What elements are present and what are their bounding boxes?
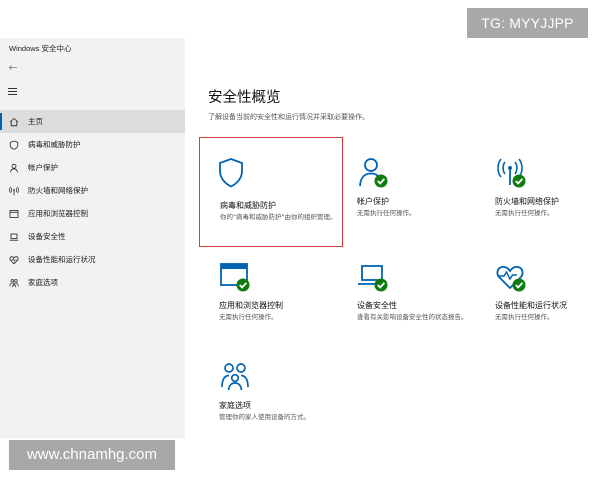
sidebar-item-firewall[interactable]: 防火墙和网络保护 xyxy=(0,179,185,202)
page-title: 安全性概览 xyxy=(208,90,281,106)
tile-description: 管理你的家人使用设备的方式。 xyxy=(219,413,310,421)
tile-description: 无需执行任何操作。 xyxy=(495,209,554,217)
tile-description: 你的"病毒和威胁防护"由你的组织管理。 xyxy=(220,213,337,221)
tile-description: 无需执行任何操作。 xyxy=(219,313,278,321)
sidebar-item-label: 设备性能和运行状况 xyxy=(28,255,96,264)
tile-account-protection[interactable]: 帐户保护 无需执行任何操作。 xyxy=(349,156,479,266)
windows-security-window: Windows 安全中心 ← 主页 病毒和威胁防护 帐户保护 防火墙和网络保护 … xyxy=(0,38,600,438)
sidebar-item-label: 主页 xyxy=(28,117,43,126)
sidebar-item-label: 防火墙和网络保护 xyxy=(28,186,88,195)
sidebar-item-account-protection[interactable]: 帐户保护 xyxy=(0,156,185,179)
heart-check-icon xyxy=(495,260,529,294)
tile-firewall[interactable]: 防火墙和网络保护 无需执行任何操作。 xyxy=(487,156,600,266)
antenna-icon xyxy=(8,185,20,197)
person-icon xyxy=(8,162,20,174)
sidebar-item-label: 设备安全性 xyxy=(28,232,66,241)
person-check-icon xyxy=(357,156,391,190)
sidebar-item-virus-protection[interactable]: 病毒和威胁防护 xyxy=(0,133,185,156)
sidebar-item-device-performance[interactable]: 设备性能和运行状况 xyxy=(0,248,185,271)
tile-device-performance[interactable]: 设备性能和运行状况 无需执行任何操作。 xyxy=(487,260,600,370)
family-icon xyxy=(219,360,253,394)
watermark-bottom: www.chnamhg.com xyxy=(9,440,175,470)
tile-title: 帐户保护 xyxy=(357,197,389,206)
sidebar-item-app-browser-control[interactable]: 应用和浏览器控制 xyxy=(0,202,185,225)
sidebar-item-label: 家庭选项 xyxy=(28,278,58,287)
hamburger-menu-button[interactable] xyxy=(6,85,20,99)
tile-title: 病毒和威胁防护 xyxy=(220,201,276,210)
window-title: Windows 安全中心 xyxy=(9,44,72,53)
tile-title: 应用和浏览器控制 xyxy=(219,301,283,310)
antenna-check-icon xyxy=(495,156,529,190)
family-icon xyxy=(8,277,20,289)
shield-icon xyxy=(216,156,250,190)
tile-description: 无需执行任何操作。 xyxy=(357,209,416,217)
sidebar: Windows 安全中心 ← 主页 病毒和威胁防护 帐户保护 防火墙和网络保护 … xyxy=(0,38,185,438)
main-content: 安全性概览 了解设备当前的安全性和运行情况并采取必要操作。 病毒和威胁防护 你的… xyxy=(185,38,600,438)
heart-icon xyxy=(8,254,20,266)
laptop-check-icon xyxy=(357,260,391,294)
watermark-top: TG: MYYJJPP xyxy=(467,8,588,38)
tile-description: 查看有关影响设备安全性的状态报告。 xyxy=(357,313,468,321)
page-subtitle: 了解设备当前的安全性和运行情况并采取必要操作。 xyxy=(208,113,369,121)
tile-virus-protection[interactable]: 病毒和威胁防护 你的"病毒和威胁防护"由你的组织管理。 xyxy=(199,137,343,247)
sidebar-item-family-options[interactable]: 家庭选项 xyxy=(0,271,185,294)
sidebar-item-device-security[interactable]: 设备安全性 xyxy=(0,225,185,248)
screenshot-frame: TG: MYYJJPP Windows 安全中心 ← 主页 病毒和威胁防护 帐户… xyxy=(0,0,600,480)
sidebar-item-label: 帐户保护 xyxy=(28,163,58,172)
shield-icon xyxy=(8,139,20,151)
back-button[interactable]: ← xyxy=(6,61,20,75)
browser-window-check-icon xyxy=(219,260,253,294)
tile-title: 家庭选项 xyxy=(219,401,251,410)
browser-window-icon xyxy=(8,208,20,220)
tile-app-browser-control[interactable]: 应用和浏览器控制 无需执行任何操作。 xyxy=(211,260,341,370)
tile-family-options[interactable]: 家庭选项 管理你的家人使用设备的方式。 xyxy=(211,360,341,470)
sidebar-nav: 主页 病毒和威胁防护 帐户保护 防火墙和网络保护 应用和浏览器控制 设备安全性 … xyxy=(0,110,185,294)
sidebar-item-home[interactable]: 主页 xyxy=(0,110,185,133)
home-icon xyxy=(8,116,20,128)
tile-title: 设备性能和运行状况 xyxy=(495,301,567,310)
hamburger-menu-icon-line xyxy=(8,91,17,92)
laptop-icon xyxy=(8,231,20,243)
tile-title: 防火墙和网络保护 xyxy=(495,197,559,206)
tile-title: 设备安全性 xyxy=(357,301,397,310)
tile-device-security[interactable]: 设备安全性 查看有关影响设备安全性的状态报告。 xyxy=(349,260,479,370)
sidebar-item-label: 应用和浏览器控制 xyxy=(28,209,88,218)
back-arrow-icon: ← xyxy=(8,61,18,74)
tile-description: 无需执行任何操作。 xyxy=(495,313,554,321)
hamburger-menu-icon xyxy=(8,88,17,89)
hamburger-menu-icon-line xyxy=(8,94,17,95)
sidebar-item-label: 病毒和威胁防护 xyxy=(28,140,81,149)
